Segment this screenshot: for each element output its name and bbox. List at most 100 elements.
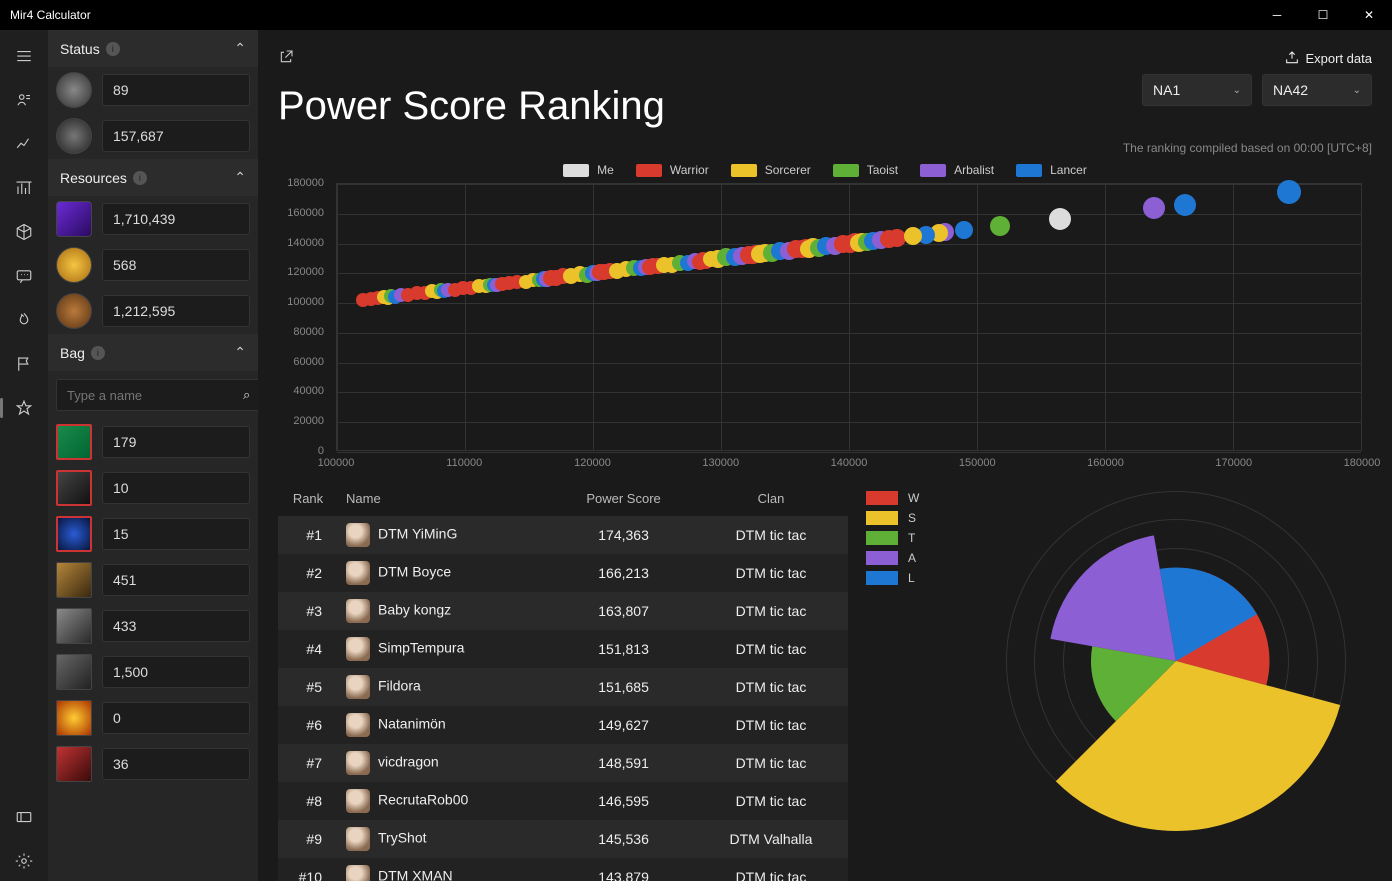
stat-value[interactable]: 179: [102, 426, 250, 458]
nav-chat[interactable]: [4, 256, 44, 296]
stat-value[interactable]: 433: [102, 610, 250, 642]
menu-button[interactable]: [4, 36, 44, 76]
legend-item[interactable]: L: [866, 571, 919, 585]
cell-name: TryShot: [338, 820, 553, 858]
nav-star[interactable]: [4, 388, 44, 428]
close-button[interactable]: ✕: [1346, 0, 1392, 30]
region-select[interactable]: NA1 ⌄: [1142, 74, 1252, 106]
popout-icon[interactable]: [278, 49, 294, 68]
legend-item[interactable]: Me: [563, 163, 614, 177]
maximize-button[interactable]: ☐: [1300, 0, 1346, 30]
legend-item[interactable]: Taoist: [833, 163, 898, 177]
legend-label: T: [908, 531, 915, 545]
legend-label: A: [908, 551, 916, 565]
resources-section[interactable]: Resources i ⌃: [48, 159, 258, 196]
avatar: [346, 675, 370, 699]
avatar: [346, 713, 370, 737]
table-row[interactable]: #2 DTM Boyce 166,213 DTM tic tac: [278, 554, 848, 592]
stat-value[interactable]: 1,212,595: [102, 295, 250, 327]
legend-label: Lancer: [1050, 163, 1087, 177]
avatar: [346, 751, 370, 775]
status-section[interactable]: Status i ⌃: [48, 30, 258, 67]
legend-item[interactable]: Sorcerer: [731, 163, 811, 177]
table-row[interactable]: #3 Baby kongz 163,807 DTM tic tac: [278, 592, 848, 630]
class-legend: WSTAL: [866, 491, 919, 591]
stat-value[interactable]: 451: [102, 564, 250, 596]
legend-item[interactable]: Arbalist: [920, 163, 994, 177]
item-icon: [56, 516, 92, 552]
item-icon: [56, 247, 92, 283]
table-row[interactable]: #9 TryShot 145,536 DTM Valhalla: [278, 820, 848, 858]
legend-item[interactable]: Warrior: [636, 163, 709, 177]
nav-trends[interactable]: [4, 124, 44, 164]
stat-row: 1,710,439: [48, 196, 258, 242]
table-row[interactable]: #5 Fildora 151,685 DTM tic tac: [278, 668, 848, 706]
stat-value[interactable]: 1,500: [102, 656, 250, 688]
cell-rank: #8: [278, 782, 338, 820]
cell-clan: DTM tic tac: [694, 782, 848, 820]
nav-inventory[interactable]: [4, 212, 44, 252]
cell-ps: 146,595: [553, 782, 694, 820]
table-row[interactable]: #1 DTM YiMinG 174,363 DTM tic tac: [278, 516, 848, 554]
legend-item[interactable]: T: [866, 531, 919, 545]
table-row[interactable]: #7 vicdragon 148,591 DTM tic tac: [278, 744, 848, 782]
stat-value[interactable]: 15: [102, 518, 250, 550]
stat-value[interactable]: 10: [102, 472, 250, 504]
legend-item[interactable]: S: [866, 511, 919, 525]
item-icon: [56, 118, 92, 154]
stat-value[interactable]: 1,710,439: [102, 203, 250, 235]
bag-search[interactable]: ⌕: [56, 379, 258, 411]
chevron-down-icon: ⌄: [1353, 85, 1361, 96]
data-point[interactable]: [990, 216, 1010, 236]
data-point[interactable]: [904, 227, 922, 245]
stat-value[interactable]: 568: [102, 249, 250, 281]
table-row[interactable]: #4 SimpTempura 151,813 DTM tic tac: [278, 630, 848, 668]
nav-profile[interactable]: [4, 80, 44, 120]
table-row[interactable]: #10 DTM XMAN 143,879 DTM tic tac: [278, 858, 848, 881]
table-row[interactable]: #6 Natanimön 149,627 DTM tic tac: [278, 706, 848, 744]
legend-item[interactable]: W: [866, 491, 919, 505]
data-point[interactable]: [1143, 197, 1165, 219]
legend-label: Me: [597, 163, 614, 177]
legend-item[interactable]: A: [866, 551, 919, 565]
table-row[interactable]: #8 RecrutaRob00 146,595 DTM tic tac: [278, 782, 848, 820]
avatar: [346, 561, 370, 585]
col-ps: Power Score: [553, 481, 694, 516]
info-icon: i: [106, 42, 120, 56]
nav-stats[interactable]: [4, 168, 44, 208]
cell-name: Baby kongz: [338, 592, 553, 630]
minimize-button[interactable]: ─: [1254, 0, 1300, 30]
chevron-up-icon: ⌃: [234, 169, 246, 186]
legend-item[interactable]: Lancer: [1016, 163, 1087, 177]
server-select[interactable]: NA42 ⌄: [1262, 74, 1372, 106]
cell-rank: #7: [278, 744, 338, 782]
cell-name: Natanimön: [338, 706, 553, 744]
cell-clan: DTM tic tac: [694, 592, 848, 630]
cell-rank: #3: [278, 592, 338, 630]
data-point[interactable]: [1049, 208, 1071, 230]
data-point[interactable]: [955, 221, 973, 239]
polar-slice[interactable]: [1050, 535, 1176, 661]
stat-row: 568: [48, 242, 258, 288]
bag-section[interactable]: Bag i ⌃: [48, 334, 258, 371]
stat-value[interactable]: 89: [102, 74, 250, 106]
item-icon: [56, 201, 92, 237]
data-point[interactable]: [1277, 180, 1301, 204]
nav-flag[interactable]: [4, 344, 44, 384]
stat-value[interactable]: 157,687: [102, 120, 250, 152]
cell-rank: #1: [278, 516, 338, 554]
nav-settings[interactable]: [4, 841, 44, 881]
bag-search-input[interactable]: [67, 388, 243, 403]
nav-panel[interactable]: [4, 797, 44, 837]
col-name: Name: [338, 481, 553, 516]
cell-ps: 145,536: [553, 820, 694, 858]
avatar: [346, 827, 370, 851]
stat-value[interactable]: 0: [102, 702, 250, 734]
cell-clan: DTM tic tac: [694, 516, 848, 554]
cell-name: DTM Boyce: [338, 554, 553, 592]
export-button[interactable]: Export data: [1284, 50, 1373, 66]
data-point[interactable]: [1174, 194, 1196, 216]
nav-fire[interactable]: [4, 300, 44, 340]
stat-value[interactable]: 36: [102, 748, 250, 780]
page-title: Power Score Ranking: [278, 84, 665, 129]
